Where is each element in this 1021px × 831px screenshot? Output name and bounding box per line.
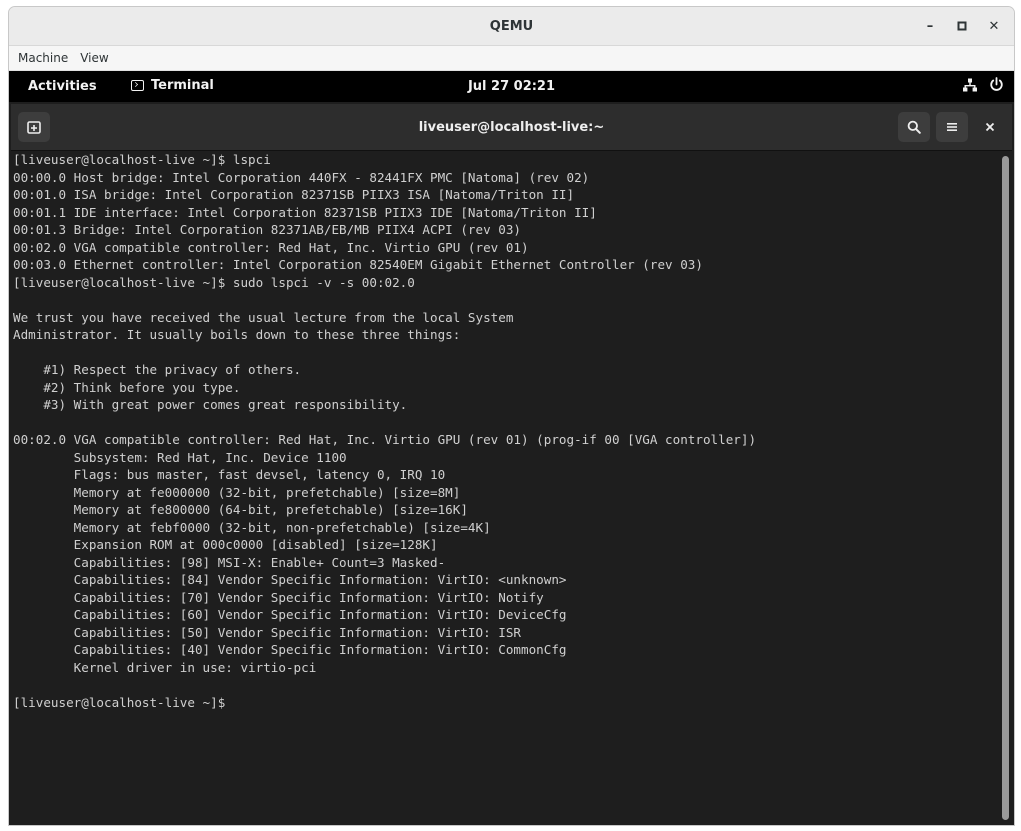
close-icon xyxy=(985,122,995,132)
new-tab-button[interactable] xyxy=(18,112,50,142)
terminal-line: Capabilities: [40] Vendor Specific Infor… xyxy=(13,642,567,657)
terminal-line: Capabilities: [60] Vendor Specific Infor… xyxy=(13,607,567,622)
terminal-line: Capabilities: [98] MSI-X: Enable+ Count=… xyxy=(13,554,446,570)
close-button[interactable]: ✕ xyxy=(980,13,1008,39)
terminal-line: [liveuser@localhost-live ~]$ lspci xyxy=(13,152,271,167)
terminal-line: Memory at febf0000 (32-bit, non-prefetch… xyxy=(13,519,491,535)
terminal-line: 00:01.1 IDE interface: Intel Corporation… xyxy=(13,204,597,220)
power-icon xyxy=(990,77,1003,91)
terminal-line: [liveuser@localhost-live ~]$ xyxy=(13,694,233,710)
maximize-button[interactable] xyxy=(948,13,976,39)
window-controls: – ✕ xyxy=(916,13,1008,39)
terminal-line: #3) With great power comes great respons… xyxy=(13,397,408,412)
terminal-line: 00:01.0 ISA bridge: Intel Corporation 82… xyxy=(13,187,575,202)
terminal-close-button[interactable] xyxy=(974,112,1006,142)
minimize-button[interactable]: – xyxy=(916,13,944,39)
terminal-line: Capabilities: [70] Vendor Specific Infor… xyxy=(13,589,544,605)
clock[interactable]: Jul 27 02:21 xyxy=(9,79,1014,94)
qemu-window: QEMU – ✕ Machine View Activities Termina… xyxy=(8,6,1015,826)
terminal-line: Memory at fe000000 (32-bit, prefetchable… xyxy=(13,484,461,500)
hamburger-icon xyxy=(947,123,957,131)
terminal-line: 00:01.3 Bridge: Intel Corporation 82371A… xyxy=(13,222,521,237)
terminal-line: Administrator. It usually boils down to … xyxy=(13,327,461,342)
system-tray[interactable] xyxy=(963,77,1004,92)
terminal-line: Subsystem: Red Hat, Inc. Device 1100 xyxy=(13,449,347,465)
maximize-icon xyxy=(957,21,967,31)
menu-view[interactable]: View xyxy=(74,51,114,65)
terminal-title: liveuser@localhost-live:~ xyxy=(418,119,605,135)
scrollbar-thumb[interactable] xyxy=(1002,156,1009,820)
qemu-titlebar[interactable]: QEMU – ✕ xyxy=(9,7,1014,46)
search-button[interactable] xyxy=(898,112,930,142)
scrollbar[interactable] xyxy=(1002,156,1009,820)
terminal-line: Capabilities: [50] Vendor Specific Infor… xyxy=(13,624,521,640)
menu-button[interactable] xyxy=(936,112,968,142)
terminal-line: #1) Respect the privacy of others. xyxy=(13,362,302,377)
terminal-line: Kernel driver in use: virtio-pci xyxy=(13,659,317,675)
window-title: QEMU xyxy=(489,18,534,34)
terminal-line: 00:02.0 VGA compatible controller: Red H… xyxy=(13,239,529,255)
terminal-window: liveuser@localhost-live:~ [liveuser@loca… xyxy=(11,104,1012,825)
terminal-line: 00:02.0 VGA compatible controller: Red H… xyxy=(13,432,757,447)
terminal-line: Memory at fe800000 (64-bit, prefetchable… xyxy=(13,502,468,517)
terminal-headerbar[interactable]: liveuser@localhost-live:~ xyxy=(11,104,1012,151)
guest-display[interactable]: Activities Terminal Jul 27 02:21 liveuse… xyxy=(9,71,1014,825)
terminal-line: #2) Think before you type. xyxy=(13,379,241,395)
terminal-line: Capabilities: [84] Vendor Specific Infor… xyxy=(13,572,567,587)
terminal-line: 00:00.0 Host bridge: Intel Corporation 4… xyxy=(13,169,590,185)
terminal-line: Flags: bus master, fast devsel, latency … xyxy=(13,467,446,482)
menubar: Machine View xyxy=(9,46,1014,71)
network-icon xyxy=(963,78,977,91)
terminal-line: We trust you have received the usual lec… xyxy=(13,309,514,325)
terminal-line: [liveuser@localhost-live ~]$ sudo lspci … xyxy=(13,274,415,290)
terminal-output[interactable]: [liveuser@localhost-live ~]$ lspci 00:00.… xyxy=(11,151,1001,825)
gnome-top-bar: Activities Terminal Jul 27 02:21 xyxy=(9,71,1014,102)
terminal-line: 00:03.0 Ethernet controller: Intel Corpo… xyxy=(13,257,703,272)
search-icon xyxy=(907,120,921,134)
menu-machine[interactable]: Machine xyxy=(12,51,74,65)
terminal-text[interactable]: [liveuser@localhost-live ~]$ lspci 00:00.… xyxy=(11,151,1001,711)
new-tab-icon xyxy=(27,121,41,134)
terminal-line: Expansion ROM at 000c0000 [disabled] [si… xyxy=(13,537,438,552)
